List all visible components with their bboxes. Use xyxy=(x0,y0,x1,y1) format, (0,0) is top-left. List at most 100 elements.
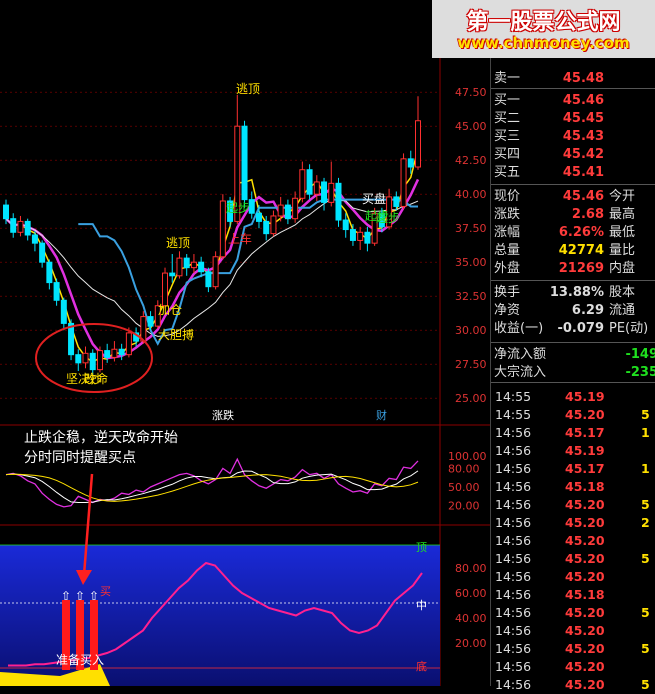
quote-value: 45.48 xyxy=(562,71,604,86)
quote-row: 卖一 45.48 xyxy=(491,70,655,88)
quote-value: -235 xyxy=(625,365,655,380)
tick-price: 45.20 xyxy=(565,407,605,422)
tick-time: 14:56 xyxy=(495,623,532,638)
tick-time: 14:56 xyxy=(495,659,532,674)
candle-body xyxy=(400,158,407,207)
quote-label: 涨跌 xyxy=(494,207,521,222)
quote-panel: 卖一 45.48 买一 45.46 买二 45.45 买三 45.43 买四 45.42 买五 45.… xyxy=(490,0,655,692)
candle-body xyxy=(162,272,169,307)
buy-arrow-icon: ⇧ xyxy=(75,589,85,603)
tick-row: 14:55 45.20 5 xyxy=(491,406,655,424)
price-tick-label: 25.00 xyxy=(455,392,487,405)
signal-label: 起步 xyxy=(226,201,250,215)
tick-volume: 5 xyxy=(641,407,650,422)
tick-row: 14:56 45.17 1 xyxy=(491,424,655,442)
tick-row: 14:56 45.20 xyxy=(491,622,655,640)
candle-body xyxy=(17,220,24,233)
tick-price: 45.17 xyxy=(565,425,605,440)
tick-row: 14:56 45.20 5 xyxy=(491,496,655,514)
candle-body xyxy=(24,220,31,236)
candle-body xyxy=(205,271,212,288)
candle-body xyxy=(349,229,356,241)
candle-body xyxy=(176,257,183,277)
quote-row: 现价 45.46 今开 xyxy=(491,188,655,206)
tick-volume: 5 xyxy=(641,551,650,566)
price-tick-label: 45.00 xyxy=(455,120,487,133)
candle-body xyxy=(46,261,53,284)
tick-price: 45.20 xyxy=(565,497,605,512)
candle-body xyxy=(147,316,154,327)
watermark-logo: 第一股票公式网 www.chnmoney.com xyxy=(432,0,655,58)
tick-volume: 5 xyxy=(641,641,650,656)
tick-price: 45.20 xyxy=(565,551,605,566)
quote-extra-label: 今开 xyxy=(609,189,636,204)
quote-value: 45.45 xyxy=(562,111,604,126)
quote-separator xyxy=(491,382,655,383)
tick-row: 14:56 45.20 5 xyxy=(491,676,655,694)
tick-volume: 5 xyxy=(641,497,650,512)
tick-row: 14:56 45.18 xyxy=(491,586,655,604)
candle-body xyxy=(53,282,60,301)
tick-time: 14:56 xyxy=(495,605,532,620)
quote-separator xyxy=(491,342,655,343)
quote-extra-label: 流通 xyxy=(609,303,636,318)
candle-body xyxy=(125,332,132,356)
candle-body xyxy=(190,261,197,269)
tick-row: 14:56 45.20 5 xyxy=(491,604,655,622)
quote-value: 45.42 xyxy=(562,147,604,162)
quote-label: 买二 xyxy=(494,111,521,126)
callout-line2: 分时同时提醒买点 xyxy=(24,450,136,466)
signal-label: 起步 xyxy=(376,211,400,225)
tick-time: 14:55 xyxy=(495,389,532,404)
quote-row: 大宗流入 -235 xyxy=(491,364,655,382)
tick-time: 14:55 xyxy=(495,407,532,422)
tick-price: 45.20 xyxy=(565,623,605,638)
quote-row: 买一 45.46 xyxy=(491,92,655,110)
candle-body xyxy=(39,242,46,263)
zhangdie-label: 涨跌 xyxy=(212,408,234,422)
quote-extra-label: PE(动) xyxy=(609,321,649,336)
quote-row: 买三 45.43 xyxy=(491,128,655,146)
candle-body xyxy=(284,204,291,220)
tick-price: 45.18 xyxy=(565,479,605,494)
candle-body xyxy=(104,350,111,358)
quote-value: 13.88% xyxy=(549,285,604,300)
quote-separator xyxy=(491,184,655,185)
quote-label: 买一 xyxy=(494,93,521,108)
candle-body xyxy=(313,181,320,195)
tick-volume: 5 xyxy=(641,677,650,692)
tick-time: 14:56 xyxy=(495,461,532,476)
candle-body xyxy=(60,299,67,324)
quote-label: 买三 xyxy=(494,129,521,144)
tick-time: 14:56 xyxy=(495,497,532,512)
tick-price: 45.20 xyxy=(565,641,605,656)
quote-row: 买二 45.45 xyxy=(491,110,655,128)
quote-row: 总量 42774 量比 xyxy=(491,242,655,260)
quote-value: 6.26% xyxy=(558,225,604,240)
candle-body xyxy=(75,354,82,364)
signal-label: 改命 xyxy=(84,371,108,386)
quote-label: 总量 xyxy=(494,243,521,258)
quote-row: 净流入额 -149 xyxy=(491,346,655,364)
candle-body xyxy=(364,231,371,244)
quote-label: 买四 xyxy=(494,147,521,162)
quote-label: 现价 xyxy=(494,189,521,204)
candle-body xyxy=(335,182,342,221)
tick-volume: 1 xyxy=(641,461,650,476)
quote-extra-label: 股本 xyxy=(609,285,636,300)
tick-price: 45.20 xyxy=(565,533,605,548)
price-tick-label: 37.50 xyxy=(455,222,487,235)
quote-value: 45.46 xyxy=(562,93,604,108)
candle-body xyxy=(89,352,96,371)
tick-time: 14:56 xyxy=(495,425,532,440)
signal-label: 买盘 xyxy=(362,191,386,206)
tick-price: 45.17 xyxy=(565,461,605,476)
quote-label: 净流入额 xyxy=(494,347,547,362)
tick-price: 45.20 xyxy=(565,677,605,692)
quote-extra-label: 最高 xyxy=(609,207,636,222)
tick-price: 45.20 xyxy=(565,605,605,620)
candle-body xyxy=(277,204,284,217)
price-tick-label: 40.00 xyxy=(455,188,487,201)
tick-price: 45.19 xyxy=(565,443,605,458)
candle-body xyxy=(82,352,89,364)
